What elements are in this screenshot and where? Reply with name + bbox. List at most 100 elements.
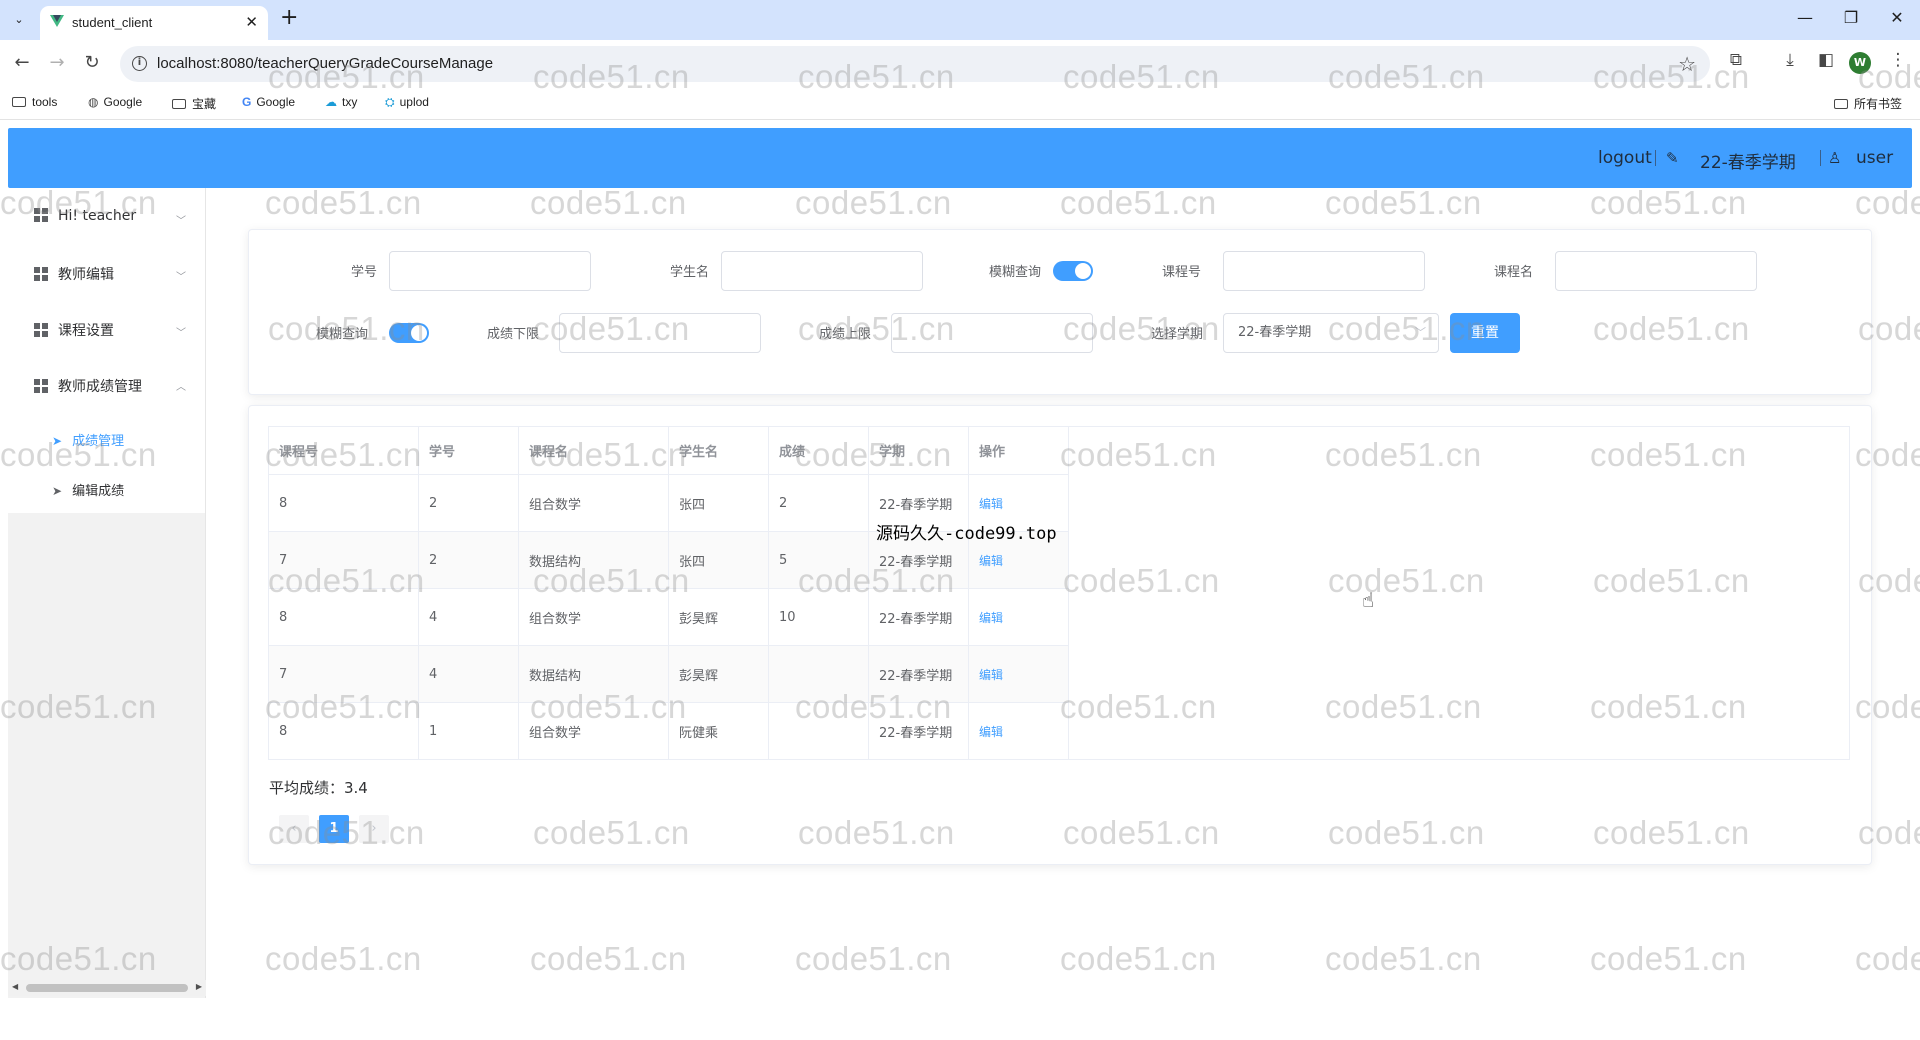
- upload-icon: ⛭: [385, 95, 395, 109]
- reload-icon[interactable]: ↻: [80, 52, 104, 73]
- bookmark-google[interactable]: ◍ Google: [88, 95, 142, 109]
- watermark-text: code51.cn: [795, 940, 952, 977]
- table-row: 7 4 数据结构 彭昊辉 22-春季学期 编辑: [268, 645, 1069, 703]
- bookmark-label: Google: [103, 95, 143, 109]
- current-term: 22-春季学期: [1700, 153, 1796, 173]
- bookmark-label: 所有书签: [1854, 97, 1903, 111]
- paper-plane-icon: ➤: [52, 434, 63, 448]
- omnibox[interactable]: i localhost:8080/teacherQueryGradeCourse…: [120, 46, 1710, 82]
- bookmark-google-2[interactable]: G Google: [242, 95, 295, 109]
- user-name[interactable]: user: [1856, 148, 1893, 168]
- sidebar-subitem-edit-grade[interactable]: ➤ 编辑成绩: [52, 480, 124, 499]
- restore-icon[interactable]: ❐: [1836, 8, 1866, 27]
- pagination-page-button[interactable]: 1: [319, 815, 349, 843]
- cell-grade: 10: [768, 588, 869, 646]
- sidebar-item-label: 教师成绩管理: [58, 379, 142, 395]
- scroll-right-icon[interactable]: ▶: [196, 982, 202, 991]
- student-id-input[interactable]: [389, 251, 591, 291]
- edit-link[interactable]: 编辑: [979, 611, 1003, 625]
- course-id-input[interactable]: [1223, 251, 1425, 291]
- bookmark-uplod[interactable]: ⛭ uplod: [385, 95, 429, 110]
- address-bar-row: ← → ↻ i localhost:8080/teacherQueryGrade…: [0, 40, 1920, 88]
- sidebar-subitem-grade-manage[interactable]: ➤ 成绩管理: [52, 430, 124, 449]
- reset-button[interactable]: 重置: [1450, 313, 1520, 353]
- hand-cursor-icon: ☝: [1362, 588, 1375, 612]
- scrollbar-thumb[interactable]: [26, 984, 188, 992]
- side-panel-icon[interactable]: ◧: [1814, 50, 1838, 70]
- logout-link[interactable]: logout: [1598, 148, 1652, 168]
- profile-avatar[interactable]: W: [1849, 52, 1871, 74]
- edit-link[interactable]: 编辑: [979, 668, 1003, 682]
- browser-tab[interactable]: student_client ✕: [40, 6, 268, 40]
- vue-logo-icon: [50, 15, 64, 27]
- column-header[interactable]: 成绩: [768, 426, 869, 475]
- watermark-text: code51.cn: [795, 184, 952, 221]
- close-tab-icon[interactable]: ✕: [245, 13, 258, 31]
- term-select[interactable]: 22-春季学期 ﹀: [1223, 313, 1439, 353]
- pagination-prev-button[interactable]: ‹: [279, 815, 309, 843]
- sidebar-item-course-settings[interactable]: 课程设置: [34, 320, 114, 340]
- close-window-icon[interactable]: ✕: [1882, 8, 1912, 27]
- grid-icon: [34, 323, 48, 337]
- sidebar-item-teacher-edit[interactable]: 教师编辑: [34, 264, 114, 284]
- table-row: 8 1 组合数学 阮健乘 22-春季学期 编辑: [268, 702, 1069, 760]
- tab-search-icon[interactable]: ⌄: [8, 9, 30, 31]
- cell-student-id: 2: [418, 474, 519, 532]
- sidebar-menu-area: [8, 188, 205, 513]
- column-header[interactable]: 操作: [968, 426, 1069, 475]
- course-name-input[interactable]: [1555, 251, 1757, 291]
- url-text[interactable]: localhost:8080/teacherQueryGradeCourseMa…: [157, 55, 493, 72]
- bookmark-txy[interactable]: ☁ txy: [325, 95, 357, 109]
- fuzzy-query-switch-2[interactable]: [389, 323, 429, 343]
- student-name-input[interactable]: [721, 251, 923, 291]
- pagination-next-button[interactable]: ›: [359, 815, 389, 843]
- bookmark-treasure[interactable]: 宝藏: [172, 95, 216, 112]
- sidebar-subitem-label: 成绩管理: [72, 434, 125, 449]
- watermark-text: code51.cn: [265, 184, 422, 221]
- column-header[interactable]: 课程名: [518, 426, 669, 475]
- chevron-down-icon: ﹀: [1415, 326, 1426, 339]
- bookmark-tools[interactable]: tools: [12, 95, 57, 109]
- column-header[interactable]: 学生名: [668, 426, 769, 475]
- column-header[interactable]: 学号: [418, 426, 519, 475]
- sidebar-item-greeting[interactable]: Hi! teacher: [34, 208, 136, 224]
- scroll-left-icon[interactable]: ◀: [12, 982, 18, 991]
- bookmark-label: 宝藏: [192, 97, 217, 111]
- cell-student-name: 彭昊辉: [668, 588, 769, 646]
- menu-kebab-icon[interactable]: ⋮: [1886, 50, 1910, 70]
- download-icon[interactable]: ⤓: [1778, 50, 1802, 70]
- cell-course-id: 7: [268, 531, 419, 589]
- cell-course-id: 7: [268, 645, 419, 703]
- forward-icon[interactable]: →: [45, 52, 69, 73]
- fuzzy-query-switch[interactable]: [1053, 261, 1093, 281]
- watermark-text: code51.cn: [530, 184, 687, 221]
- cell-student-name: 张四: [668, 474, 769, 532]
- grade-table: 课程号 学号 课程名 学生名 成绩 学期 操作 8 2 组合数学 张四 2 22…: [268, 426, 1069, 760]
- average-grade: 平均成绩：3.4: [269, 779, 368, 797]
- column-header[interactable]: 课程号: [268, 426, 419, 475]
- globe-icon: ◍: [88, 95, 99, 109]
- cell-course-id: 8: [268, 702, 419, 760]
- bookmark-star-icon[interactable]: ☆: [1678, 52, 1696, 76]
- cell-course-name: 数据结构: [518, 531, 669, 589]
- column-header[interactable]: 学期: [868, 426, 969, 475]
- edit-link[interactable]: 编辑: [979, 497, 1003, 511]
- new-tab-icon[interactable]: +: [280, 7, 298, 29]
- grade-min-input[interactable]: [559, 313, 761, 353]
- grade-max-input[interactable]: [891, 313, 1093, 353]
- cell-course-name: 组合数学: [518, 474, 669, 532]
- cell-grade: [768, 702, 869, 760]
- site-info-icon[interactable]: i: [132, 56, 147, 71]
- sidebar-item-grade-management[interactable]: 教师成绩管理: [34, 376, 142, 396]
- cell-course-name: 组合数学: [518, 702, 669, 760]
- extensions-icon[interactable]: ⧉: [1724, 50, 1748, 70]
- cell-course-name: 数据结构: [518, 645, 669, 703]
- sidebar-horizontal-scrollbar[interactable]: ◀ ▶: [8, 980, 206, 996]
- edit-link[interactable]: 编辑: [979, 725, 1003, 739]
- chevron-up-icon: ︿: [176, 382, 186, 393]
- back-icon[interactable]: ←: [10, 52, 34, 73]
- cell-grade: [768, 645, 869, 703]
- minimize-icon[interactable]: —: [1790, 8, 1820, 27]
- edit-link[interactable]: 编辑: [979, 554, 1003, 568]
- all-bookmarks[interactable]: 所有书签: [1834, 95, 1902, 112]
